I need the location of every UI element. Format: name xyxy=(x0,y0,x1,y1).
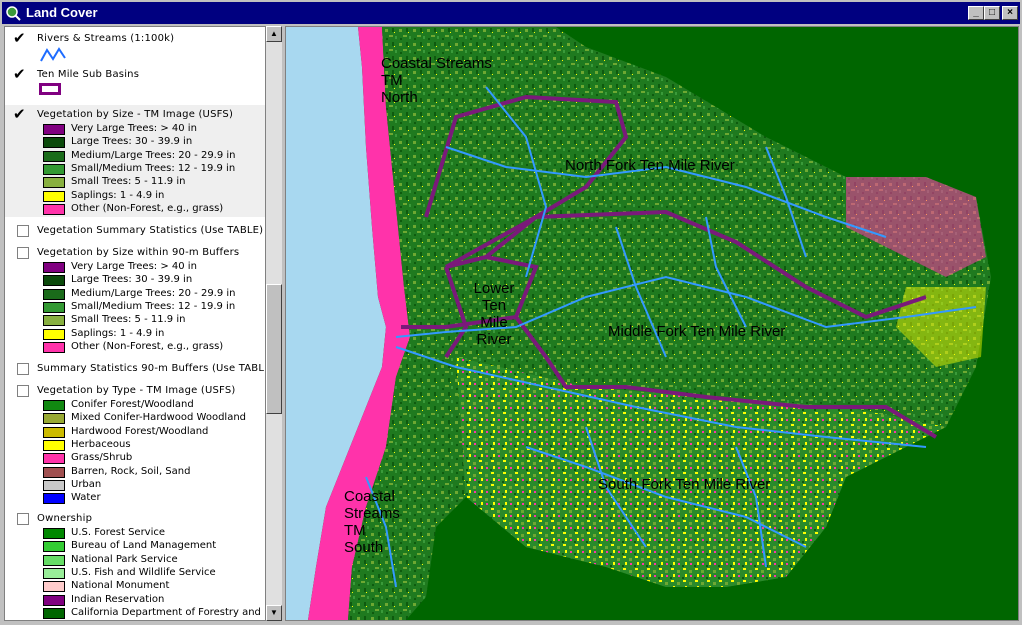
layer-name: Ownership xyxy=(37,513,93,524)
legend-swatch xyxy=(43,479,65,491)
river-line-icon xyxy=(40,47,66,62)
legend-swatch xyxy=(43,262,65,273)
legend-swatch xyxy=(43,150,65,162)
legend-swatch xyxy=(43,288,65,300)
legend-class-label: National Monument xyxy=(71,580,170,592)
legend-class-label: Medium/Large Trees: 20 - 29.9 in xyxy=(71,287,236,299)
legend-swatch xyxy=(43,124,65,135)
layer-visibility-checkbox[interactable] xyxy=(17,225,29,237)
label-middle-fork: Middle Fork Ten Mile River xyxy=(608,323,785,340)
legend-list: ✔ Rivers & Streams (1:100k) ✔ Ten Mile Sub … xyxy=(5,27,265,620)
layer-name: Vegetation Summary Statistics (Use TABLE… xyxy=(37,225,264,236)
legend-swatch xyxy=(43,315,65,327)
legend-swatch xyxy=(43,177,65,189)
legend-class-label: National Park Service xyxy=(71,553,178,565)
scroll-up-button[interactable]: ▲ xyxy=(266,26,282,42)
layer-visible-checkmark-icon[interactable]: ✔ xyxy=(13,67,26,82)
legend-class-label: Small Trees: 5 - 11.9 in xyxy=(71,176,186,188)
legend-swatch xyxy=(43,554,65,566)
layer-name: Summary Statistics 90-m Buffers (Use TAB… xyxy=(37,363,265,374)
label-south-fork: South Fork Ten Mile River xyxy=(598,476,770,493)
maximize-button[interactable]: □ xyxy=(984,6,1000,20)
legend-swatch xyxy=(43,528,65,539)
legend-class-label: Medium/Large Trees: 20 - 29.9 in xyxy=(71,149,236,161)
legend-class-label: Saplings: 1 - 4.9 in xyxy=(71,327,165,339)
legend-class-label: U.S. Forest Service xyxy=(71,527,166,538)
legend-swatch xyxy=(43,439,65,451)
legend-swatch xyxy=(43,493,65,505)
legend-swatch xyxy=(43,567,65,579)
map-view[interactable]: Coastal Streams TM North North Fork Ten Mi… xyxy=(285,26,1019,621)
legend-swatch xyxy=(43,607,65,619)
legend-class-label: Water xyxy=(71,492,101,504)
legend-class-label: Very Large Trees: > 40 in xyxy=(71,123,197,134)
legend-class-label: Bureau of Land Management xyxy=(71,540,217,552)
legend-class-label: Large Trees: 30 - 39.9 in xyxy=(71,136,193,148)
legend-scrollbar[interactable]: ▲ ▼ xyxy=(266,26,282,621)
scroll-down-button[interactable]: ▼ xyxy=(266,605,282,621)
scroll-thumb[interactable] xyxy=(266,284,282,414)
layer-visible-checkmark-icon[interactable]: ✔ xyxy=(13,107,26,122)
legend-swatch xyxy=(43,203,65,215)
legend-swatch xyxy=(43,190,65,202)
window-title: Land Cover xyxy=(26,5,98,20)
legend-class-label: U.S. Fish and Wildlife Service xyxy=(71,566,216,578)
layer-name: Vegetation by Size - TM Image (USFS) xyxy=(37,109,234,120)
layer-visibility-checkbox[interactable] xyxy=(17,513,29,525)
legend-swatch xyxy=(43,163,65,175)
legend-class-label: Conifer Forest/Woodland xyxy=(71,399,194,410)
legend-class-label: Large Trees: 30 - 39.9 in xyxy=(71,274,193,286)
layer-name: Vegetation by Type - TM Image (USFS) xyxy=(37,385,236,396)
legend-class-label: Urban xyxy=(71,478,102,490)
minimize-button[interactable]: _ xyxy=(968,6,984,20)
title-bar[interactable]: Land Cover _ □ × xyxy=(2,2,1020,24)
legend-class-label: Other (Non-Forest, e.g., grass) xyxy=(71,340,224,352)
legend-class-label: Small Trees: 5 - 11.9 in xyxy=(71,314,186,326)
legend-class-label: Grass/Shrub xyxy=(71,452,133,464)
legend-class-label: Small/Medium Trees: 12 - 19.9 in xyxy=(71,162,236,174)
land-cover-window: Land Cover _ □ × ✔ Rivers & Streams (1:10… xyxy=(0,0,1022,625)
label-north-fork: North Fork Ten Mile River xyxy=(565,157,735,174)
legend-class-label: California Department of Forestry and xyxy=(71,606,261,618)
legend-swatch xyxy=(43,301,65,313)
layer-name: Rivers & Streams (1:100k) xyxy=(37,33,175,44)
legend-swatch xyxy=(43,581,65,593)
legend-swatch xyxy=(43,426,65,438)
layer-visibility-checkbox[interactable] xyxy=(17,385,29,397)
legend-swatch xyxy=(43,413,65,425)
land-cover-map[interactable]: Coastal Streams TM North North Fork Ten Mi… xyxy=(286,27,1018,620)
layer-visible-checkmark-icon[interactable]: ✔ xyxy=(13,31,26,46)
legend-swatch xyxy=(43,594,65,606)
layer-visibility-checkbox[interactable] xyxy=(17,363,29,375)
legend-class-label: Herbaceous xyxy=(71,438,131,450)
legend-swatch xyxy=(43,453,65,465)
legend-class-label: Other (Non-Forest, e.g., grass) xyxy=(71,202,224,214)
legend-swatch xyxy=(43,275,65,287)
layer-visibility-checkbox[interactable] xyxy=(17,247,29,259)
magnifier-globe-icon xyxy=(6,6,21,21)
layer-name: Vegetation by Size within 90-m Buffers xyxy=(37,247,240,258)
legend-swatch xyxy=(43,328,65,340)
close-button[interactable]: × xyxy=(1002,6,1018,20)
legend-class-label: Indian Reservation xyxy=(71,593,165,605)
legend-class-label: Mixed Conifer-Hardwood Woodland xyxy=(71,412,247,424)
legend-class-label: Barren, Rock, Soil, Sand xyxy=(71,465,191,477)
legend-class-label: Very Large Trees: > 40 in xyxy=(71,261,197,272)
legend-class-label: Small/Medium Trees: 12 - 19.9 in xyxy=(71,300,236,312)
table-of-contents: ✔ Rivers & Streams (1:100k) ✔ Ten Mile Sub … xyxy=(4,26,266,621)
legend-class-label: Saplings: 1 - 4.9 in xyxy=(71,189,165,201)
legend-swatch xyxy=(43,341,65,353)
legend-swatch xyxy=(43,466,65,478)
legend-swatch xyxy=(43,400,65,411)
legend-class-label: Hardwood Forest/Woodland xyxy=(71,425,209,437)
layer-name: Ten Mile Sub Basins xyxy=(37,69,140,80)
legend-swatch xyxy=(43,541,65,553)
legend-swatch xyxy=(43,137,65,149)
basin-polygon-icon xyxy=(39,83,61,95)
